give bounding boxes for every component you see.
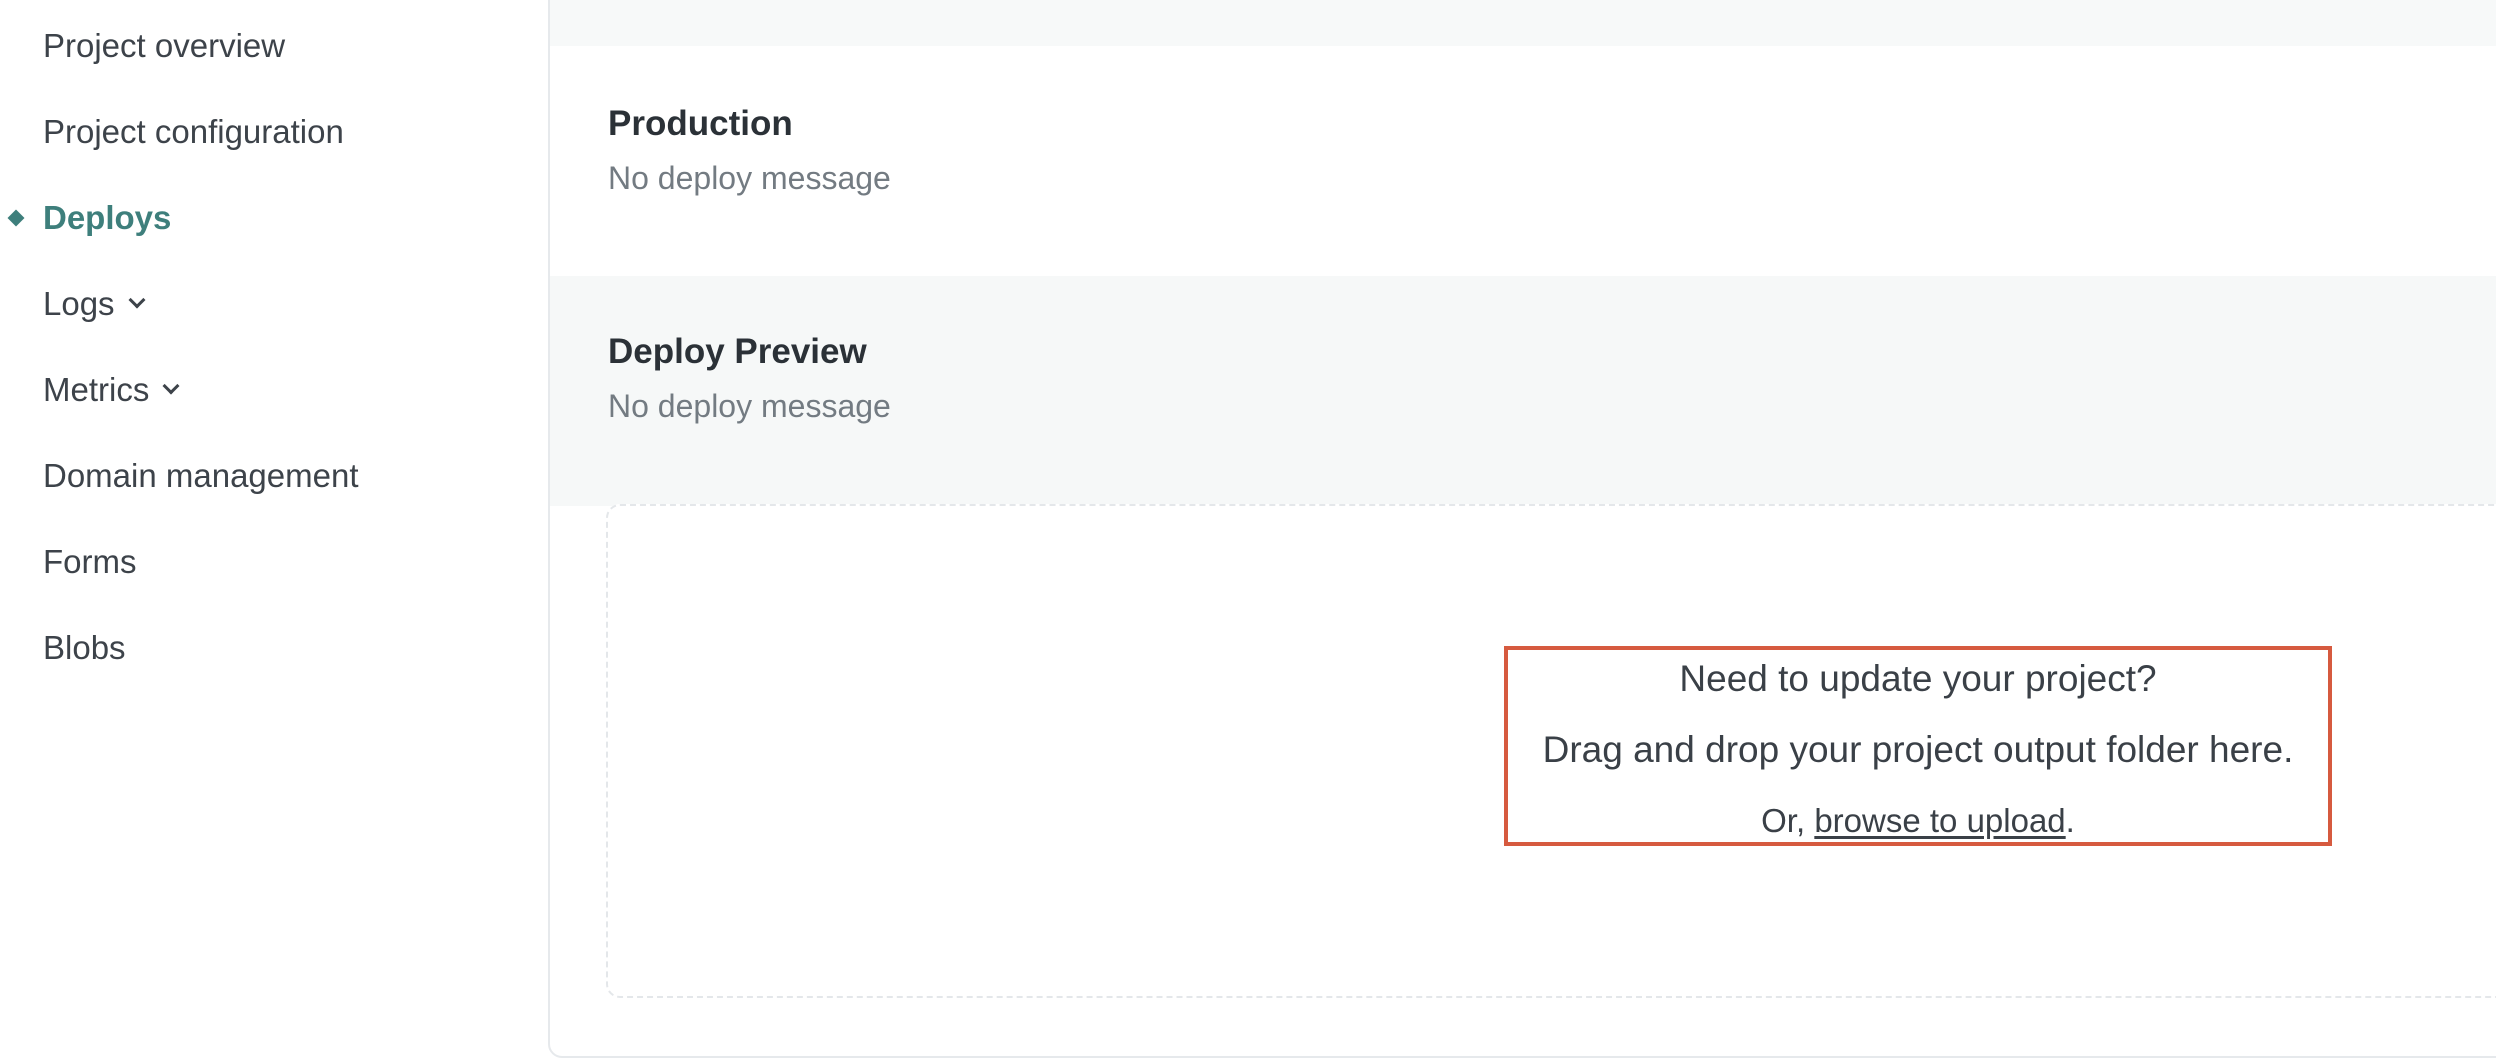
sidebar-item-project-overview[interactable]: Project overview [43,16,285,76]
sidebar-item-label: Metrics [43,371,150,408]
sidebar-item-label: Domain management [43,457,359,494]
browse-suffix: . [2065,802,2075,839]
sidebar-item-label: Project configuration [43,113,344,150]
production-deploy-message: No deploy message [608,160,891,196]
chevron-down-icon [128,291,146,309]
browse-to-upload-link[interactable]: browse to upload [1814,802,2065,839]
production-section[interactable]: Production No deploy message [550,48,2496,278]
sidebar-item-forms[interactable]: Forms [43,532,137,592]
sidebar-item-label: Project overview [43,27,286,64]
sidebar-item-label: Deploys [43,199,172,236]
dropzone-instruction: Drag and drop your project output folder… [1542,729,2294,770]
active-indicator-icon [7,209,25,227]
deploys-page: Project overview Project configuration D… [0,0,2496,1064]
sidebar-item-project-configuration[interactable]: Project configuration [43,102,344,162]
sidebar-item-deploys[interactable]: Deploys [43,188,171,248]
dropzone-browse-line: Or, browse to upload. [1504,802,2332,840]
deploy-preview-message: No deploy message [608,388,891,424]
sidebar-item-blobs[interactable]: Blobs [43,618,126,678]
sidebar-item-label: Logs [43,285,115,322]
production-title: Production [608,104,793,143]
deploy-preview-section[interactable]: Deploy Preview No deploy message [550,276,2496,506]
chevron-down-icon [162,377,180,395]
sidebar-item-label: Blobs [43,629,126,666]
sidebar-item-metrics[interactable]: Metrics [43,360,180,420]
sidebar-item-label: Forms [43,543,137,580]
sidebar-item-domain-management[interactable]: Domain management [43,446,359,506]
dropzone-heading: Need to update your project? [1679,658,2157,699]
card-top-strip [550,0,2496,46]
sidebar-nav: Project overview Project configuration D… [0,0,548,1064]
deploy-preview-title: Deploy Preview [608,332,867,371]
browse-prefix: Or, [1761,802,1815,839]
sidebar-item-logs[interactable]: Logs [43,274,146,334]
